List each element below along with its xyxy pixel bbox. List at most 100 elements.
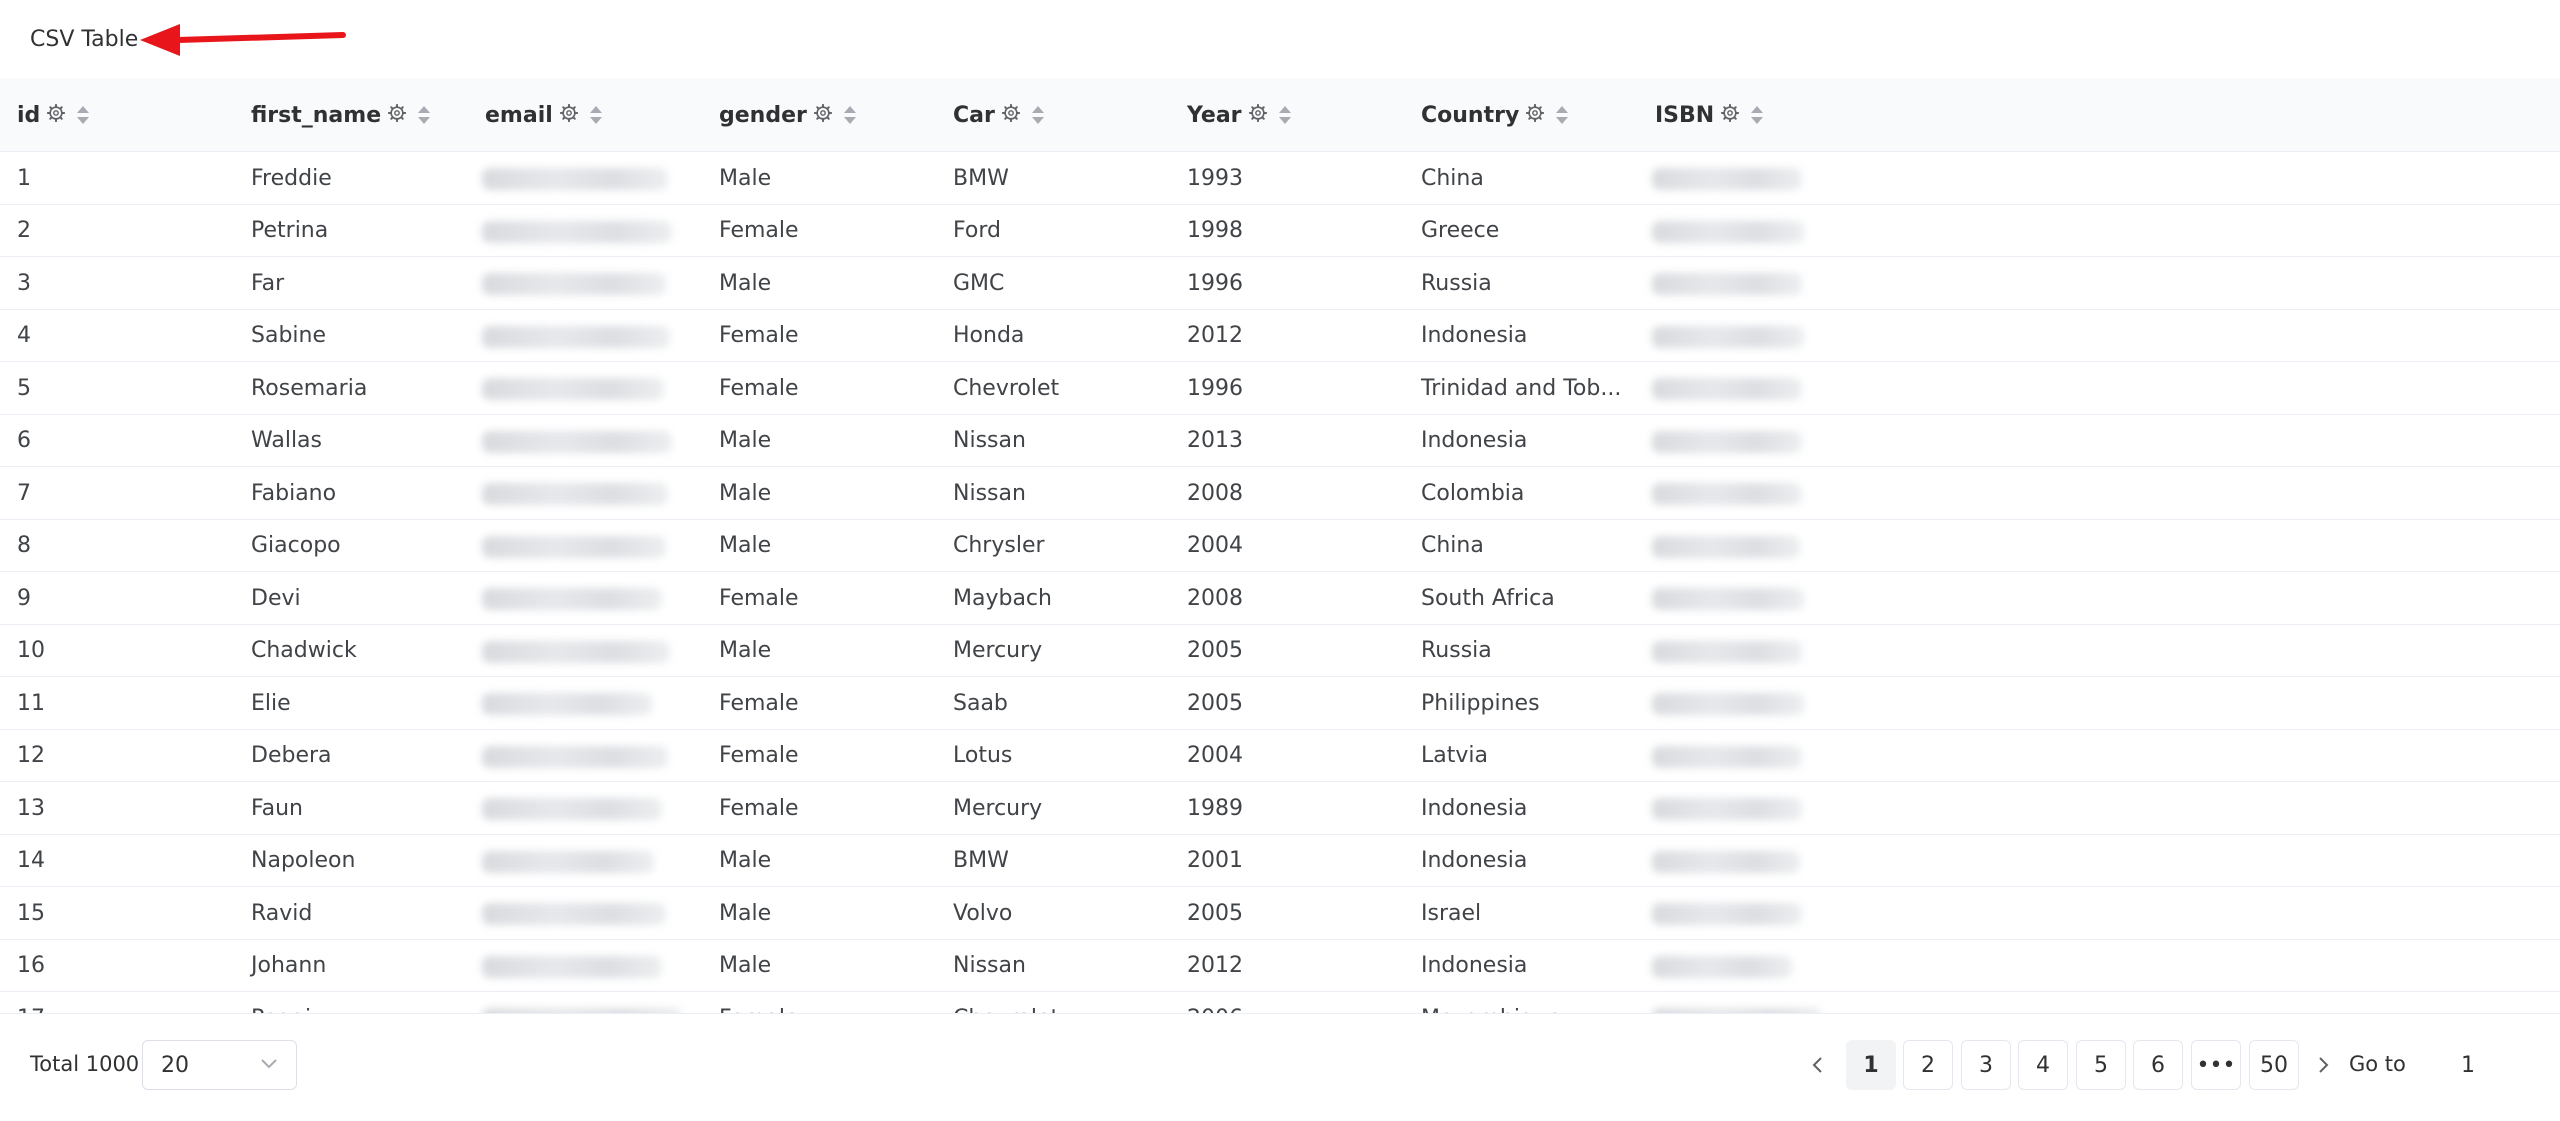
year-cell: 2012 [1187, 953, 1243, 978]
prev-page-button[interactable] [1802, 1050, 1832, 1080]
goto-page-input[interactable]: 1 [2428, 1040, 2508, 1090]
gender-cell: Female [719, 218, 799, 243]
country-cell: Philippines [1421, 690, 1540, 716]
column-header-id[interactable]: id [0, 78, 234, 152]
email-cell-redacted [482, 220, 672, 243]
gear-icon[interactable] [559, 104, 578, 122]
year-cell: 2012 [1187, 323, 1243, 348]
isbn-cell-redacted [1652, 955, 1792, 978]
isbn-cell-redacted [1652, 430, 1802, 453]
column-header-first_name[interactable]: first_name [234, 78, 468, 152]
id-cell: 11 [17, 690, 45, 716]
gender-cell: Male [719, 900, 772, 926]
sort-icon[interactable] [588, 104, 604, 126]
first_name-cell: Johann [251, 953, 327, 978]
table-row[interactable]: 5 Rosemaria Female Chevrolet 1996 Trinidad an… [0, 362, 2560, 415]
gear-icon[interactable] [388, 104, 407, 122]
email-cell-redacted [482, 378, 664, 400]
id-cell: 13 [17, 795, 45, 821]
table-row[interactable]: 9 Devi Female Maybach 2008 South Africa [0, 572, 2560, 625]
year-cell: 2008 [1187, 585, 1243, 611]
sort-icon[interactable] [1030, 104, 1046, 126]
table-row[interactable]: 14 Napoleon Male BMW 2001 Indonesia [0, 835, 2560, 887]
year-cell: 2006 [1170, 992, 1404, 1014]
gender-cell: Male [719, 848, 772, 873]
next-page-button[interactable] [2309, 1050, 2339, 1080]
isbn-cell-redacted [1652, 903, 1802, 925]
page-button-6[interactable]: 6 [2133, 1040, 2183, 1090]
car-cell: Chevrolet [953, 375, 1060, 401]
table-row[interactable]: 17Peggi FemaleChevrolet2006Mozambique [0, 992, 2560, 1013]
gear-icon[interactable] [1248, 104, 1267, 122]
table-row[interactable]: 1 Freddie Male BMW 1993 China [0, 152, 2560, 205]
column-header-car[interactable]: Car [936, 78, 1170, 152]
sort-icon[interactable] [75, 104, 91, 126]
table-row[interactable]: 13 Faun Female Mercury 1989 Indonesia [0, 782, 2560, 835]
page-button-50[interactable]: 50 [2249, 1040, 2299, 1090]
isbn-cell-redacted [1652, 325, 1804, 348]
table-row[interactable]: 11 Elie Female Saab 2005 Philippines [0, 677, 2560, 730]
table-header: id first_name email gender Car Year Country ISB… [0, 78, 2560, 152]
gear-icon[interactable] [1721, 104, 1740, 122]
table-row[interactable]: 4 Sabine Female Honda 2012 Indonesia [0, 310, 2560, 362]
isbn-cell-redacted [1652, 220, 1804, 243]
page-button-5[interactable]: 5 [2076, 1040, 2126, 1090]
table-row[interactable]: 10 Chadwick Male Mercury 2005 Russia [0, 625, 2560, 677]
gender-cell: Male [719, 165, 772, 191]
isbn-cell-redacted [1652, 273, 1802, 295]
gear-icon[interactable] [813, 104, 832, 122]
car-cell: Lotus [953, 743, 1013, 768]
gear-icon[interactable] [47, 104, 66, 122]
gender-cell: Male [719, 953, 772, 978]
table-row[interactable]: 6 Wallas Male Nissan 2013 Indonesia [0, 415, 2560, 467]
email-cell-redacted [482, 640, 670, 663]
table-row[interactable]: 2 Petrina Female Ford 1998 Greece [0, 205, 2560, 257]
table-row[interactable]: 16 Johann Male Nissan 2012 Indonesia [0, 940, 2560, 992]
page-button-4[interactable]: 4 [2018, 1040, 2068, 1090]
more-pages-button[interactable]: ••• [2191, 1040, 2241, 1090]
country-cell: Trinidad and Tob... [1421, 375, 1622, 401]
page-button-1[interactable]: 1 [1846, 1040, 1896, 1090]
annotation-arrow [140, 24, 346, 56]
sort-icon[interactable] [1749, 104, 1765, 126]
column-header-year[interactable]: Year [1170, 78, 1404, 152]
sort-icon[interactable] [842, 104, 858, 126]
column-header-label: Country [1421, 102, 1520, 128]
gender-cell: Female [719, 743, 799, 768]
gear-icon[interactable] [1001, 104, 1020, 122]
isbn-cell-redacted [1652, 378, 1802, 400]
table-row[interactable]: 12 Debera Female Lotus 2004 Latvia [0, 730, 2560, 782]
car-cell: Ford [953, 218, 1001, 243]
id-cell: 17 [0, 992, 234, 1014]
column-header-isbn[interactable]: ISBN [1638, 78, 1838, 152]
car-cell: Saab [953, 690, 1008, 716]
car-cell: Mercury [953, 638, 1043, 663]
first_name-cell: Rosemaria [251, 375, 368, 401]
country-cell: Russia [1421, 270, 1492, 296]
car-cell: Chrysler [953, 533, 1045, 558]
sort-icon[interactable] [1277, 104, 1293, 126]
column-header-email[interactable]: email [468, 78, 702, 152]
page-size-select[interactable]: 20 [142, 1040, 297, 1090]
isbn-cell-redacted [1652, 745, 1802, 768]
page-button-3[interactable]: 3 [1961, 1040, 2011, 1090]
sort-icon[interactable] [416, 104, 432, 126]
gear-icon[interactable] [1526, 104, 1545, 122]
page-button-2[interactable]: 2 [1903, 1040, 1953, 1090]
column-header-label: ISBN [1655, 102, 1715, 128]
sort-icon[interactable] [1554, 104, 1570, 126]
car-cell: Volvo [953, 900, 1013, 926]
column-header-gender[interactable]: gender [702, 78, 936, 152]
column-header-country[interactable]: Country [1404, 78, 1638, 152]
table-row[interactable]: 15 Ravid Male Volvo 2005 Israel [0, 887, 2560, 940]
email-cell-redacted [482, 483, 668, 505]
table-row[interactable]: 8 Giacopo Male Chrysler 2004 China [0, 520, 2560, 572]
year-cell: 1989 [1187, 795, 1243, 821]
table-row[interactable]: 3 Far Male GMC 1996 Russia [0, 257, 2560, 310]
id-cell: 5 [17, 375, 31, 401]
id-cell: 9 [17, 585, 31, 611]
table-row[interactable]: 7 Fabiano Male Nissan 2008 Colombia [0, 467, 2560, 520]
first_name-cell: Elie [251, 690, 291, 716]
car-cell: Honda [953, 323, 1025, 348]
email-cell-redacted [482, 535, 666, 558]
